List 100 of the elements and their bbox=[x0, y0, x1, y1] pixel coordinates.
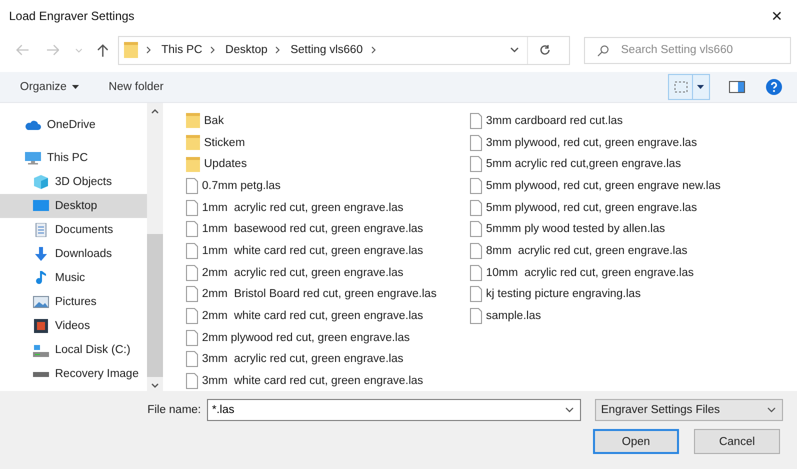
sidebar-item[interactable]: 3D Objects bbox=[0, 170, 147, 194]
folder-icon bbox=[124, 42, 138, 58]
document-icon bbox=[470, 178, 482, 194]
desktop-icon bbox=[33, 199, 49, 213]
up-arrow-icon[interactable] bbox=[96, 43, 108, 57]
search-icon bbox=[597, 44, 609, 56]
sidebar-item[interactable]: Recovery Image bbox=[0, 362, 147, 386]
folder-icon bbox=[186, 113, 200, 128]
drive-icon bbox=[33, 372, 49, 376]
document-icon bbox=[470, 242, 482, 259]
chevron-icon bbox=[210, 46, 216, 54]
documents-icon bbox=[33, 223, 49, 237]
sidebar-item[interactable]: OneDrive bbox=[0, 113, 147, 137]
document-icon bbox=[186, 308, 198, 324]
help-icon[interactable] bbox=[766, 79, 782, 95]
file-item[interactable]: 8mm acrylic red cut, green engrave.las bbox=[470, 240, 797, 262]
folder-icon bbox=[186, 135, 200, 150]
window-title: Load Engraver Settings bbox=[9, 9, 134, 23]
document-icon bbox=[186, 178, 198, 194]
downloads-icon bbox=[33, 247, 49, 261]
breadcrumb[interactable]: Desktop bbox=[225, 44, 268, 56]
scrollbar[interactable] bbox=[147, 103, 163, 391]
file-item[interactable]: Updates bbox=[186, 153, 470, 176]
preview-pane-icon[interactable] bbox=[729, 81, 745, 93]
file-name-field[interactable]: *.las bbox=[207, 399, 581, 421]
file-item[interactable]: 2mm white card red cut, green engrave.las bbox=[186, 305, 470, 327]
document-icon bbox=[470, 264, 482, 281]
document-icon bbox=[186, 242, 198, 259]
file-item[interactable]: 0.7mm petg.las bbox=[186, 175, 470, 197]
dropdown-caret-icon[interactable] bbox=[510, 47, 519, 53]
chevron-icon bbox=[275, 46, 280, 54]
document-icon bbox=[186, 351, 198, 368]
file-item[interactable]: 10mm acrylic red cut, green engrave.las bbox=[470, 262, 797, 284]
search-field[interactable]: Search Setting vls660 bbox=[584, 36, 791, 64]
document-icon bbox=[470, 156, 482, 172]
folder-icon bbox=[186, 156, 200, 172]
file-item[interactable]: sample.las bbox=[470, 305, 797, 327]
organize-menu[interactable]: Organize bbox=[20, 81, 79, 93]
file-item[interactable]: 1mm acrylic red cut, green engrave.las bbox=[186, 196, 470, 218]
document-icon bbox=[186, 264, 198, 281]
objects-icon bbox=[33, 175, 49, 189]
caret-icon bbox=[697, 85, 704, 89]
sidebar-item[interactable]: Local Disk (C:) bbox=[0, 338, 147, 362]
sidebar-item[interactable]: Videos bbox=[0, 314, 147, 338]
file-item[interactable]: kj testing picture engraving.las bbox=[470, 284, 797, 306]
sidebar-item[interactable]: Downloads bbox=[0, 242, 147, 266]
music-icon bbox=[33, 271, 49, 285]
document-icon bbox=[186, 221, 198, 238]
document-icon bbox=[470, 308, 482, 324]
document-icon bbox=[470, 112, 482, 129]
cancel-button[interactable]: Cancel bbox=[694, 429, 780, 454]
dropdown-caret-icon bbox=[767, 407, 776, 413]
sidebar-item[interactable]: Documents bbox=[0, 218, 147, 242]
file-item[interactable]: 3mm acrylic red cut, green engrave.las bbox=[186, 348, 470, 370]
new-folder-button[interactable]: New folder bbox=[108, 81, 164, 93]
pictures-icon bbox=[33, 295, 49, 309]
view-options-button[interactable] bbox=[668, 74, 710, 100]
sidebar-item[interactable]: This PC bbox=[0, 146, 147, 170]
caret-icon bbox=[72, 85, 79, 89]
dropdown-caret-icon[interactable] bbox=[565, 407, 574, 413]
file-item[interactable]: Bak bbox=[186, 110, 470, 132]
file-item[interactable]: 2mm acrylic red cut, green engrave.las bbox=[186, 262, 470, 284]
chevron-icon bbox=[370, 46, 376, 54]
address-bar[interactable]: This PC Desktop Setting vls660 bbox=[118, 36, 570, 64]
open-button[interactable]: Open bbox=[593, 429, 679, 454]
refresh-icon[interactable] bbox=[539, 44, 551, 56]
file-item[interactable]: 2mm Bristol Board red cut, green engrave.las bbox=[186, 284, 470, 306]
file-name-label: File name: bbox=[147, 404, 201, 416]
document-icon bbox=[470, 221, 482, 238]
file-item[interactable]: 3mm white card red cut, green engrave.las bbox=[186, 370, 470, 392]
sidebar-item[interactable]: Desktop bbox=[0, 194, 147, 218]
close-button[interactable]: ✕ bbox=[757, 1, 797, 31]
breadcrumb[interactable]: Setting vls660 bbox=[290, 44, 363, 56]
file-type-dropdown[interactable]: Engraver Settings Files bbox=[595, 399, 783, 421]
file-item[interactable]: 5mm acrylic red cut,green engrave.las bbox=[470, 153, 797, 176]
breadcrumb[interactable]: This PC bbox=[161, 44, 202, 56]
scroll-down-icon[interactable] bbox=[151, 383, 159, 388]
file-item[interactable]: 3mm cardboard red cut.las bbox=[470, 110, 797, 132]
sidebar-item[interactable]: Music bbox=[0, 266, 147, 290]
file-item[interactable]: 5mm plywood, red cut, green engrave.las bbox=[470, 196, 797, 218]
sidebar-item[interactable]: Pictures bbox=[0, 290, 147, 314]
document-icon bbox=[470, 134, 482, 151]
document-icon bbox=[186, 373, 198, 390]
file-item[interactable]: 3mm plywood, red cut, green engrave.las bbox=[470, 132, 797, 154]
document-icon bbox=[470, 286, 482, 302]
file-item[interactable]: Stickem bbox=[186, 132, 470, 154]
file-item[interactable]: 1mm basewood red cut, green engrave.las bbox=[186, 218, 470, 240]
cloud-icon bbox=[25, 118, 41, 132]
file-item[interactable]: 5mm plywood, red cut, green engrave new.las bbox=[470, 175, 797, 197]
file-item[interactable]: 5mmm ply wood tested by allen.las bbox=[470, 218, 797, 240]
document-icon bbox=[186, 330, 198, 346]
chevron-icon bbox=[146, 46, 152, 54]
disk-icon bbox=[33, 343, 49, 357]
document-icon bbox=[186, 286, 198, 302]
scroll-up-icon[interactable] bbox=[151, 109, 159, 114]
file-item[interactable]: 1mm white card red cut, green engrave.las bbox=[186, 240, 470, 262]
file-item[interactable]: 2mm plywood red cut, green engrave.las bbox=[186, 326, 470, 349]
document-icon bbox=[470, 200, 482, 216]
pc-icon bbox=[25, 151, 41, 165]
document-icon bbox=[186, 200, 198, 216]
